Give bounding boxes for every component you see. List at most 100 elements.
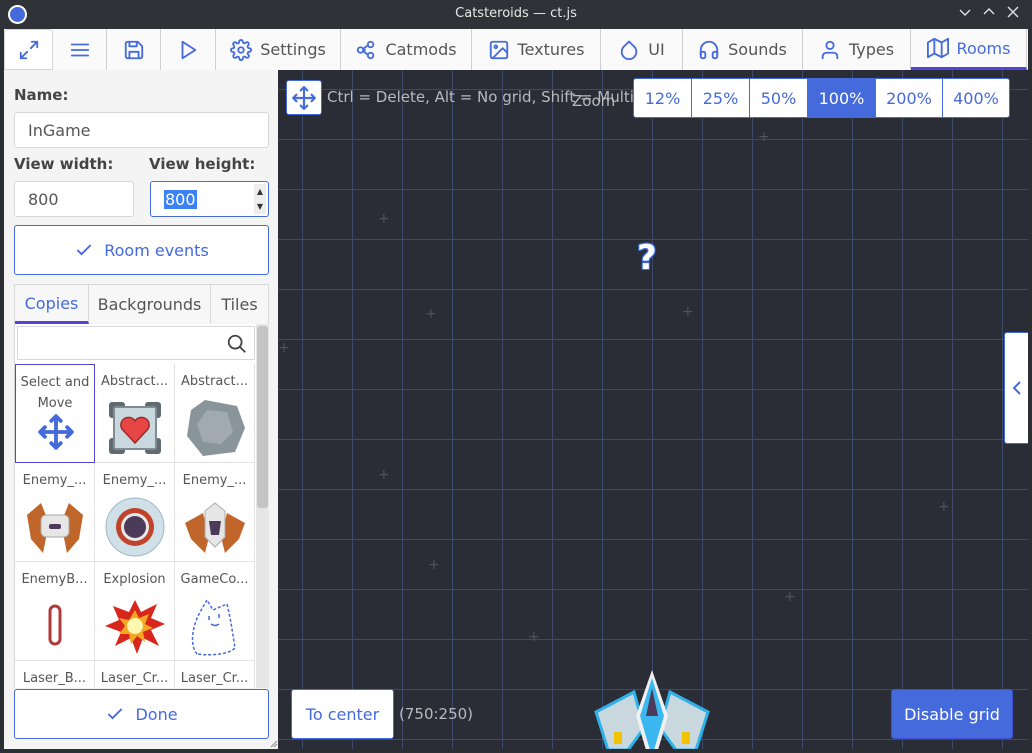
zoom-50-button[interactable]: 50% — [750, 79, 808, 117]
copies-scrollbar[interactable] — [256, 324, 269, 688]
zoom-label: Zoom — [572, 92, 616, 110]
check-icon — [108, 708, 123, 720]
copies-search-input[interactable] — [17, 326, 255, 360]
headphones-icon — [699, 40, 719, 59]
close-button[interactable] — [1002, 3, 1024, 25]
copy-item[interactable]: EnemyB... — [15, 562, 95, 661]
image-icon — [489, 40, 508, 59]
enemy-ufo-thumbnail — [105, 497, 165, 557]
floppy-icon — [124, 40, 143, 59]
view-height-input[interactable]: 800 ▲ ▼ — [150, 181, 269, 217]
room-properties-panel: Name: InGame View width: View height: 80… — [4, 70, 278, 749]
fullscreen-button[interactable] — [4, 29, 53, 70]
copy-item[interactable]: Enemy_... — [15, 463, 95, 562]
name-label: Name: — [14, 86, 69, 104]
subtab-backgrounds[interactable]: Backgrounds — [89, 285, 211, 324]
room-subtabs: Copies Backgrounds Tiles — [14, 284, 269, 324]
ghost-cat-thumbnail — [191, 598, 236, 656]
spin-down-icon[interactable]: ▼ — [254, 199, 266, 214]
done-button[interactable]: Done — [14, 689, 269, 739]
star-decoration: + — [378, 467, 390, 483]
view-width-input[interactable]: 800 — [14, 181, 134, 217]
copy-name: Select and Move — [20, 375, 90, 411]
move-arrows-icon — [292, 85, 316, 110]
star-decoration: + — [784, 589, 796, 605]
tab-types[interactable]: Types — [803, 29, 911, 70]
copy-name: Enemy_... — [22, 473, 87, 488]
check-icon — [76, 244, 92, 256]
minimize-button[interactable] — [954, 3, 976, 25]
copy-name: Explosion — [103, 572, 166, 587]
tab-label: Catmods — [385, 40, 457, 59]
tab-ui[interactable]: UI — [601, 29, 683, 70]
expand-icon — [19, 40, 38, 59]
done-label: Done — [135, 704, 178, 724]
tab-label: Sounds — [728, 40, 787, 59]
number-spinner[interactable]: ▲ ▼ — [254, 184, 266, 214]
heart-block-thumbnail — [109, 402, 161, 454]
user-icon — [821, 40, 839, 59]
view-width-label: View width: — [14, 155, 114, 173]
tab-label: Types — [848, 40, 895, 59]
copy-item[interactable]: GameCo... — [175, 562, 255, 661]
star-decoration: + — [425, 306, 437, 322]
subtab-tiles[interactable]: Tiles — [211, 285, 268, 324]
launch-button[interactable] — [161, 29, 216, 70]
app-window: Settings Catmods Textures UI Sounds Type… — [4, 29, 1028, 749]
zoom-400-button[interactable]: 400% — [943, 79, 1009, 117]
tab-settings[interactable]: Settings — [216, 29, 341, 70]
chevron-left-icon — [1012, 381, 1021, 395]
menu-button[interactable] — [53, 29, 107, 70]
tab-sounds[interactable]: Sounds — [683, 29, 803, 70]
scrollbar-thumb[interactable] — [257, 326, 268, 508]
copies-panel: Select and Move Abstract... Abstract... … — [14, 324, 269, 688]
star-decoration: + — [528, 629, 540, 645]
toggle-side-panel-button[interactable] — [1004, 332, 1028, 444]
star-decoration: + — [278, 340, 290, 356]
window-title: Catsteroids — ct.js — [455, 6, 577, 21]
maximize-button[interactable] — [978, 3, 1000, 25]
subtab-copies[interactable]: Copies — [15, 285, 89, 324]
resize-grip-icon[interactable] — [268, 738, 278, 748]
hamburger-icon — [70, 43, 89, 56]
tab-rooms[interactable]: Rooms — [911, 29, 1027, 70]
copy-item[interactable]: Explosion — [95, 562, 175, 661]
copy-item[interactable]: Abstract... — [175, 364, 255, 463]
spin-up-icon[interactable]: ▲ — [254, 184, 266, 199]
tab-catmods[interactable]: Catmods — [341, 29, 472, 70]
star-decoration: + — [938, 499, 950, 515]
star-decoration: + — [682, 304, 694, 320]
copy-item[interactable]: Laser_B... — [15, 661, 95, 688]
star-decoration: + — [428, 557, 440, 573]
room-name-input[interactable]: InGame — [14, 112, 269, 148]
tab-label: UI — [648, 40, 665, 59]
copy-item-select-move[interactable]: Select and Move — [15, 364, 95, 463]
player-ship-sprite[interactable] — [594, 670, 710, 749]
room-events-button[interactable]: Room events — [14, 225, 269, 275]
copy-item[interactable]: Abstract... — [95, 364, 175, 463]
zoom-100-button[interactable]: 100% — [808, 79, 876, 117]
zoom-12-button[interactable]: 12% — [634, 79, 692, 117]
to-center-button[interactable]: To center — [291, 689, 394, 739]
disable-grid-button[interactable]: Disable grid — [891, 689, 1013, 739]
copy-item[interactable]: Enemy_... — [175, 463, 255, 562]
room-canvas[interactable]: + + + + + + + + + + Ctrl = Delete, Alt =… — [278, 70, 1028, 749]
explosion-thumbnail — [105, 600, 165, 654]
play-icon — [181, 40, 197, 59]
view-height-label: View height: — [149, 155, 256, 173]
save-button[interactable] — [107, 29, 161, 70]
zoom-25-button[interactable]: 25% — [692, 79, 750, 117]
zoom-200-button[interactable]: 200% — [876, 79, 943, 117]
tab-textures[interactable]: Textures — [472, 29, 601, 70]
view-height-value: 800 — [164, 189, 197, 209]
red-bullet-thumbnail — [48, 604, 62, 646]
copy-name: Enemy_... — [182, 473, 247, 488]
move-arrows-icon — [38, 414, 74, 450]
copy-item[interactable]: Enemy_... — [95, 463, 175, 562]
copy-name: Laser_Cr... — [100, 671, 169, 686]
move-tool-button[interactable] — [286, 80, 322, 115]
unknown-copy-marker[interactable]: ? — [637, 238, 657, 278]
copy-item[interactable]: Laser_Cr... — [175, 661, 255, 688]
copy-item[interactable]: Laser_Cr... — [95, 661, 175, 688]
tab-label: Textures — [517, 40, 585, 59]
